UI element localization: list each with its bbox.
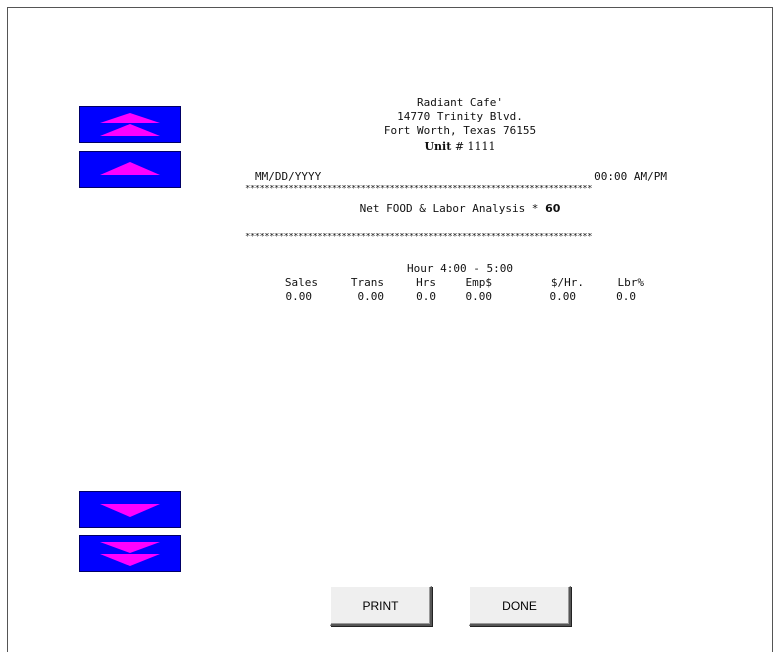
hour-range: Hour 4:00 - 5:00 (407, 262, 513, 275)
value-trans: 0.00 (357, 290, 385, 303)
report-title: Net FOOD & Labor Analysis * 60 (245, 202, 675, 215)
report-date: MM/DD/YYYY (255, 170, 322, 183)
value-sales: 0.00 (285, 290, 313, 303)
report-title-text: Net FOOD & Labor Analysis * (359, 202, 546, 215)
page-down-button[interactable] (79, 535, 181, 572)
unit-label: Unit (424, 140, 452, 153)
unit-number: # 1111 (454, 140, 496, 153)
value-per-hour: 0.00 (549, 290, 577, 303)
report-time: 00:00 AM/PM (594, 170, 667, 183)
separator-top: ****************************************… (245, 185, 593, 194)
double-down-arrow-icon (100, 542, 160, 566)
separator-bottom: ****************************************… (245, 233, 593, 242)
double-up-arrow-icon (100, 113, 160, 136)
value-labor-pct: 0.0 (616, 290, 636, 303)
unit-line: Unit # 1111 (245, 140, 675, 153)
store-address: 14770 Trinity Blvd. (397, 110, 523, 123)
value-emp: 0.00 (465, 290, 493, 303)
header-per-hour: $/Hr. (550, 276, 584, 289)
store-city: Fort Worth, Texas 76155 (383, 124, 537, 137)
header-emp: Emp$ (465, 276, 493, 289)
single-down-arrow-icon (100, 504, 160, 517)
report-title-number: 60 (545, 202, 561, 215)
header-labor-pct: Lbr% (617, 276, 645, 289)
line-down-button[interactable] (79, 491, 181, 528)
header-sales: Sales (284, 276, 318, 289)
value-hrs: 0.0 (416, 290, 436, 303)
store-name: Radiant Cafe' (416, 96, 504, 109)
page-up-button[interactable] (79, 106, 181, 143)
header-hrs: Hrs (416, 276, 436, 289)
header-trans: Trans (350, 276, 384, 289)
print-button[interactable]: PRINT (330, 586, 432, 626)
done-button[interactable]: DONE (469, 586, 571, 626)
single-up-arrow-icon (100, 162, 160, 175)
line-up-button[interactable] (79, 151, 181, 188)
